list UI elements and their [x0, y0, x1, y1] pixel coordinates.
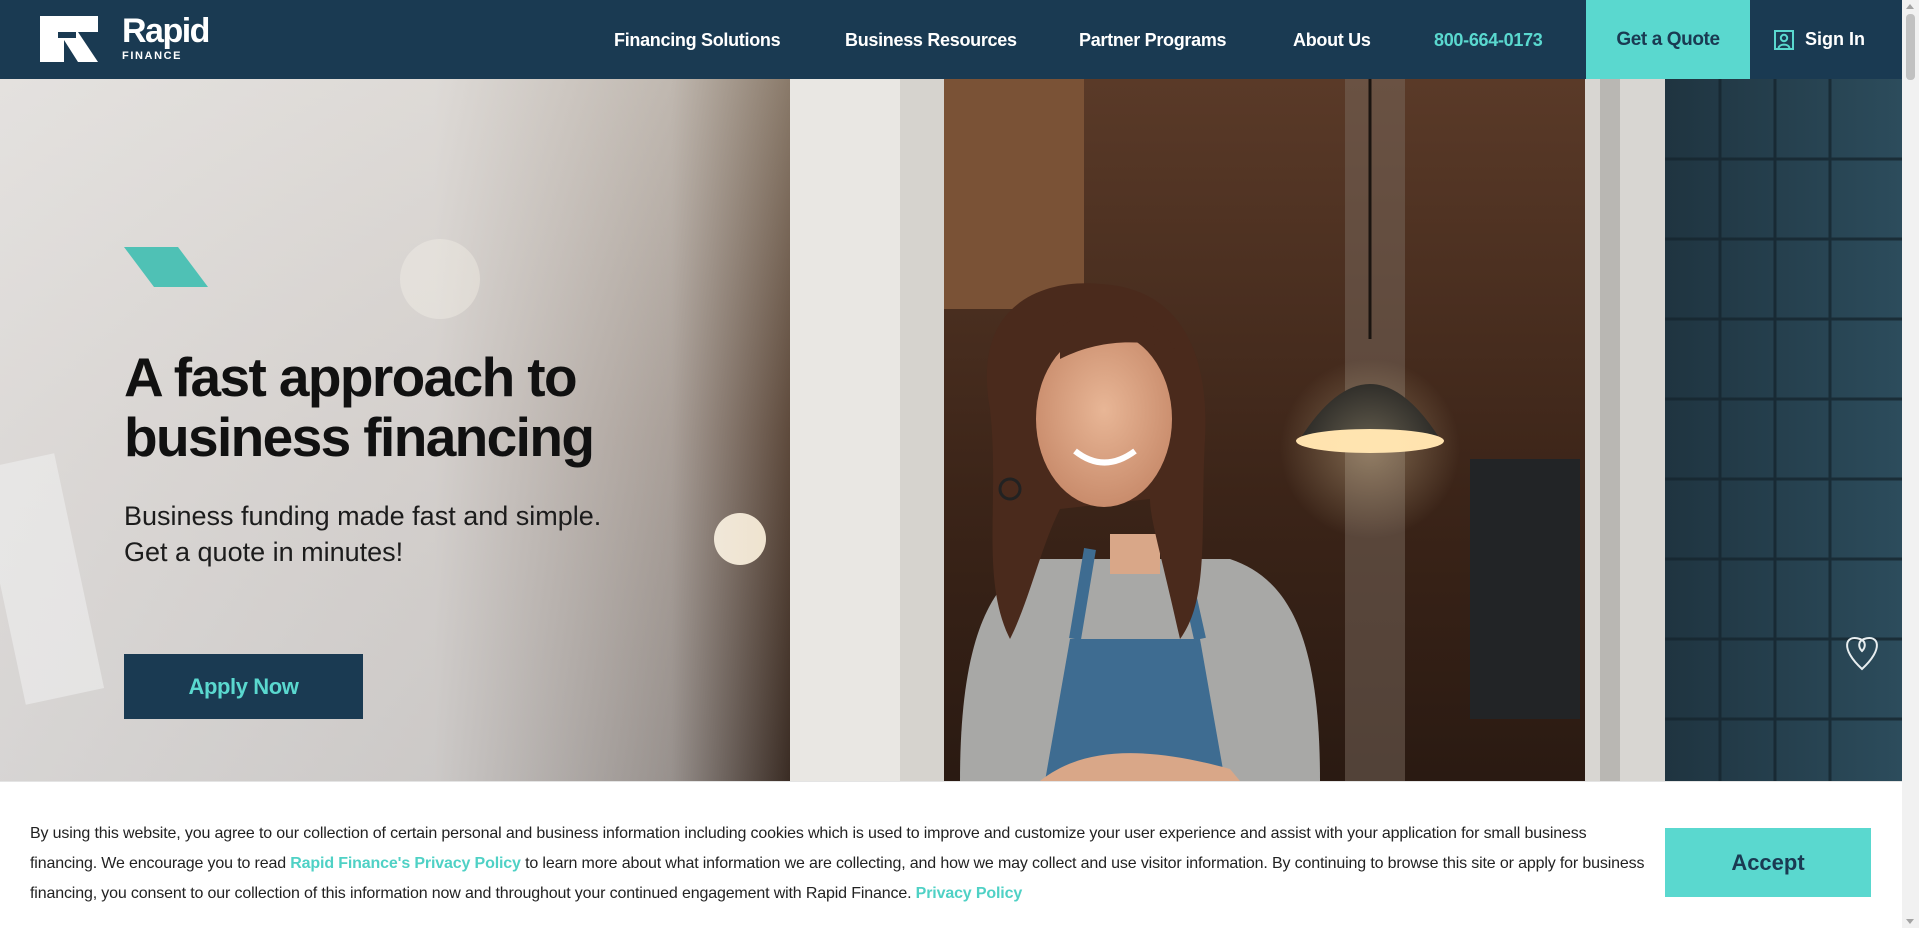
scrollbar-thumb[interactable] — [1906, 14, 1915, 80]
privacy-policy-link[interactable]: Privacy Policy — [916, 885, 1023, 902]
accept-cookies-button[interactable]: Accept — [1665, 828, 1871, 897]
hero-subtitle-line-2: Get a quote in minutes! — [124, 537, 404, 567]
cookie-banner: By using this website, you agree to our … — [0, 781, 1902, 928]
nav-business-resources[interactable]: Business Resources — [845, 0, 1017, 79]
nav-financing-solutions[interactable]: Financing Solutions — [614, 0, 781, 79]
hero-subtitle: Business funding made fast and simple. G… — [124, 498, 764, 570]
user-profile-icon — [1774, 29, 1794, 50]
hero-accent-shape — [124, 247, 208, 287]
nav-about-us[interactable]: About Us — [1293, 0, 1371, 79]
get-a-quote-button[interactable]: Get a Quote — [1586, 0, 1750, 79]
sign-in-link[interactable]: Sign In — [1773, 0, 1865, 79]
rapid-finance-privacy-policy-link[interactable]: Rapid Finance's Privacy Policy — [290, 855, 521, 872]
hero-title: A fast approach to business financing — [124, 346, 595, 468]
cookie-notice-text: By using this website, you agree to our … — [30, 819, 1650, 909]
rapid-finance-logo-icon — [40, 16, 98, 62]
brand-wordmark: Rapid FINANCE — [122, 12, 210, 62]
sign-in-label: Sign In — [1805, 29, 1865, 49]
scroll-down-arrow-icon[interactable] — [1906, 919, 1914, 924]
hero-section: A fast approach to business financing Bu… — [0, 79, 1902, 781]
hero-subtitle-line-1: Business funding made fast and simple. — [124, 501, 602, 531]
phone-link[interactable]: 800-664-0173 — [1434, 0, 1543, 79]
brand-logo[interactable]: Rapid FINANCE — [40, 12, 210, 62]
brand-name: Rapid — [122, 12, 210, 50]
page-scrollbar[interactable] — [1902, 0, 1919, 928]
scroll-up-arrow-icon[interactable] — [1906, 4, 1914, 9]
nav-partner-programs[interactable]: Partner Programs — [1079, 0, 1227, 79]
apply-now-button[interactable]: Apply Now — [124, 654, 363, 719]
site-header: Rapid FINANCE Financing Solutions Busine… — [0, 0, 1902, 79]
brand-sub: FINANCE — [122, 50, 183, 62]
